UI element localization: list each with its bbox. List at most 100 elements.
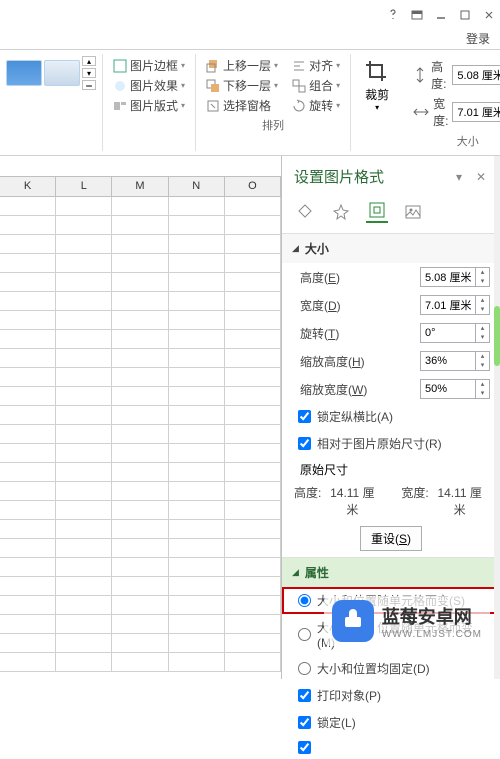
- help-icon[interactable]: [386, 8, 400, 22]
- lock-aspect-checkbox[interactable]: [298, 410, 311, 423]
- bring-forward-label: 上移一层: [223, 57, 271, 74]
- size-section-header[interactable]: ◢大小: [282, 234, 500, 263]
- panel-scroll-thumb[interactable]: [494, 306, 500, 366]
- style-gallery-expand[interactable]: ▴▾＝: [82, 56, 96, 90]
- height-icon: [413, 67, 427, 83]
- watermark-cn: 蓝莓安卓网: [382, 603, 482, 629]
- tab-effects-icon[interactable]: [330, 201, 352, 223]
- size-section: ◢大小 高度(E)▴▾ 宽度(D)▴▾ 旋转(T)▴▾ 缩放高度(H)▴▾ 缩放…: [282, 233, 500, 557]
- ribbon-width-label: 宽度:: [433, 95, 448, 129]
- tab-fill-icon[interactable]: [294, 201, 316, 223]
- col-header[interactable]: M: [112, 177, 168, 196]
- arrange-group: 上移一层▾ 下移一层▾ 选择窗格 对齐▾ 组合▾ 旋转▾ 排列: [196, 54, 351, 151]
- send-backward-label: 下移一层: [223, 77, 271, 94]
- align-label: 对齐: [309, 57, 333, 74]
- tab-size-icon[interactable]: [366, 201, 388, 223]
- ribbon-width-spinner[interactable]: ▴▾: [452, 102, 500, 122]
- col-header[interactable]: N: [169, 177, 225, 196]
- crop-group: 裁剪 ▾: [351, 54, 403, 151]
- width-input[interactable]: [421, 299, 475, 311]
- properties-section: ◢属性 大小和位置随单元格而变(S) 大小固定，位置随单元格而变(M) 大小和位…: [282, 557, 500, 759]
- move-no-size-radio[interactable]: [298, 628, 311, 641]
- ribbon-width-input[interactable]: [453, 106, 500, 118]
- ribbon: ▴▾＝ 图片边框▾ 图片效果▾ 图片版式▾ 上移一层▾ 下移一层▾ 选择窗格 对…: [0, 49, 500, 156]
- style-thumb-2[interactable]: [44, 60, 80, 86]
- size-group: 高度: ▴▾ 宽度: ▴▾ 大小 ◢: [403, 54, 500, 151]
- minimize-icon[interactable]: [434, 8, 448, 22]
- send-backward-button[interactable]: 下移一层▾: [202, 76, 282, 95]
- height-spinner[interactable]: ▴▾: [420, 267, 490, 287]
- crop-button[interactable]: 裁剪 ▾: [357, 56, 397, 114]
- ribbon-display-icon[interactable]: [410, 8, 424, 22]
- size-section-title: 大小: [305, 240, 329, 257]
- panel-task-dropdown-icon[interactable]: ▾: [452, 170, 466, 184]
- picture-effects-button[interactable]: 图片效果▾: [109, 76, 189, 95]
- panel-title: 设置图片格式: [294, 166, 384, 187]
- rotate-button[interactable]: 旋转▾: [288, 96, 344, 115]
- relative-original-label: 相对于图片原始尺寸(R): [317, 435, 442, 452]
- rotation-spinner[interactable]: ▴▾: [420, 323, 490, 343]
- no-move-label: 大小和位置均固定(D): [317, 660, 430, 677]
- watermark-en: WWW.LMJST.COM: [382, 629, 482, 640]
- worksheet-area[interactable]: K L M N O: [0, 156, 282, 679]
- scale-height-label: 缩放高度(H): [300, 353, 365, 370]
- rotation-label: 旋转(T): [300, 325, 339, 342]
- width-label: 宽度(D): [300, 297, 341, 314]
- orig-width-value: 14.11 厘米: [435, 484, 485, 518]
- no-move-radio[interactable]: [298, 662, 311, 675]
- group-button[interactable]: 组合▾: [288, 76, 344, 95]
- maximize-icon[interactable]: [458, 8, 472, 22]
- bring-forward-button[interactable]: 上移一层▾: [202, 56, 282, 75]
- ribbon-height-input[interactable]: [453, 69, 500, 81]
- scale-width-input[interactable]: [421, 383, 475, 395]
- selection-pane-button[interactable]: 选择窗格: [202, 96, 282, 115]
- grid-rows[interactable]: [0, 197, 281, 672]
- rotation-input[interactable]: [421, 327, 475, 339]
- arrange-group-label: 排列: [202, 117, 344, 133]
- locked-label: 锁定(L): [317, 714, 356, 731]
- col-header[interactable]: K: [0, 177, 56, 196]
- crop-label: 裁剪: [365, 86, 389, 103]
- ribbon-height-spinner[interactable]: ▴▾: [452, 65, 500, 85]
- properties-section-header[interactable]: ◢属性: [282, 558, 500, 587]
- align-button[interactable]: 对齐▾: [288, 56, 344, 75]
- locked-checkbox[interactable]: [298, 716, 311, 729]
- print-object-checkbox[interactable]: [298, 689, 311, 702]
- height-input[interactable]: [421, 271, 475, 283]
- col-header[interactable]: L: [56, 177, 112, 196]
- scale-width-spinner[interactable]: ▴▾: [420, 379, 490, 399]
- picture-format-group: 图片边框▾ 图片效果▾ 图片版式▾: [103, 54, 196, 151]
- picture-effects-label: 图片效果: [130, 77, 178, 94]
- col-header[interactable]: O: [225, 177, 281, 196]
- properties-section-title: 属性: [305, 564, 329, 581]
- print-object-label: 打印对象(P): [317, 687, 381, 704]
- height-label: 高度(E): [300, 269, 340, 286]
- picture-border-button[interactable]: 图片边框▾: [109, 56, 189, 75]
- reset-button[interactable]: 重设(S): [360, 526, 422, 551]
- tab-picture-icon[interactable]: [402, 201, 424, 223]
- move-size-cells-radio[interactable]: [298, 594, 311, 607]
- width-icon: [413, 105, 429, 119]
- picture-layout-button[interactable]: 图片版式▾: [109, 96, 189, 115]
- group-label: 组合: [309, 77, 333, 94]
- title-bar: [0, 0, 500, 30]
- login-link[interactable]: 登录: [0, 30, 500, 47]
- close-icon[interactable]: [482, 8, 496, 22]
- orig-height-value: 14.11 厘米: [327, 484, 377, 518]
- picture-layout-label: 图片版式: [130, 97, 178, 114]
- panel-tabs: [282, 195, 500, 233]
- watermark-icon: [332, 600, 374, 642]
- relative-original-checkbox[interactable]: [298, 437, 311, 450]
- watermark: 蓝莓安卓网WWW.LMJST.COM: [324, 596, 490, 646]
- scale-height-spinner[interactable]: ▴▾: [420, 351, 490, 371]
- scale-height-input[interactable]: [421, 355, 475, 367]
- lock-text-checkbox[interactable]: [298, 741, 311, 754]
- picture-styles-group: ▴▾＝: [0, 54, 103, 151]
- rotate-label: 旋转: [309, 97, 333, 114]
- panel-close-icon[interactable]: ✕: [474, 170, 488, 184]
- style-thumb-1[interactable]: [6, 60, 42, 86]
- orig-height-label: 高度:: [294, 484, 321, 518]
- width-spinner[interactable]: ▴▾: [420, 295, 490, 315]
- orig-width-label: 宽度:: [401, 484, 428, 518]
- panel-scrollbar[interactable]: [494, 156, 500, 679]
